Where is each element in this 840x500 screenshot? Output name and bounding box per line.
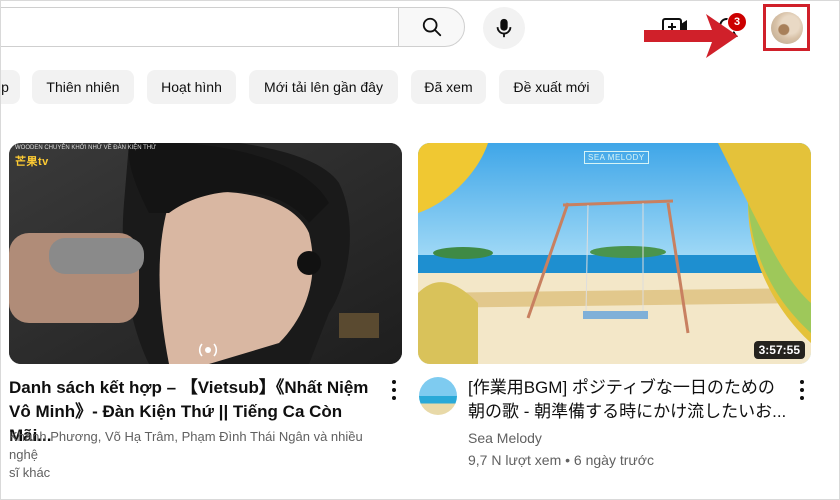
video-channel-names[interactable]: Khánh Phương, Võ Hạ Trâm, Phạm Đình Thái… [9,428,389,482]
avatar[interactable] [771,12,803,44]
chip-hoat-hinh[interactable]: Hoạt hình [147,70,236,104]
video-title-line: 朝の歌 - 朝準備する時にかけ流したいお... [468,402,787,421]
chip-label: Đã xem [424,79,473,95]
microphone-icon [496,18,512,38]
search-button[interactable] [398,7,465,47]
chip-moi-tai-len[interactable]: Mới tải lên gần đây [249,70,398,104]
thumbnail-caption: WOODEN CHUYÊN KHỞI NHỮ VỀ ĐÀN KIỆN THỨ [15,145,157,151]
chip-partial[interactable]: p [0,70,20,104]
video-thumbnail-1[interactable]: WOODEN CHUYÊN KHỞI NHỮ VỀ ĐÀN KIỆN THỨ 芒… [9,143,402,364]
mix-playlist-icon [198,343,218,357]
channel-name[interactable]: Sea Melody [468,428,542,448]
chip-label: Hoạt hình [161,79,222,95]
thumbnail-image [9,143,402,364]
chip-de-xuat-moi[interactable]: Đề xuất mới [499,70,604,104]
video-title-line: Danh sách kết hợp – 【Vietsub】《Nhất Niệm [9,378,369,397]
notification-count-badge: 3 [727,12,747,32]
channel-watermark: SEA MELODY [584,151,649,164]
channel-avatar[interactable] [419,377,457,415]
video-menu-kebab-icon[interactable] [797,380,807,400]
chip-label: p [1,79,9,95]
chip-label: Thiên nhiên [46,79,120,95]
video-duration: 3:57:55 [753,341,805,359]
video-title-2[interactable]: [作業用BGM] ポジティブな一日のための 朝の歌 - 朝準備する時にかけ流した… [468,376,788,424]
thumbnail-image [418,143,811,364]
chip-da-xem[interactable]: Đã xem [411,70,486,104]
chip-label: Đề xuất mới [513,79,590,95]
video-stats: 9,7 N lượt xem • 6 ngày trước [468,452,654,468]
channel-watermark: 芒果tv [15,156,49,168]
video-title-line: [作業用BGM] ポジティブな一日のための [468,378,775,397]
chip-label: Mới tải lên gần đây [264,79,383,95]
video-menu-kebab-icon[interactable] [389,380,399,400]
search-icon [422,17,441,37]
account-avatar-highlight[interactable] [763,4,810,51]
chip-thien-nhien[interactable]: Thiên nhiên [32,70,134,104]
search-input[interactable] [0,7,400,47]
meta-line: sĩ khác [9,465,51,480]
meta-line: Khánh Phương, Võ Hạ Trâm, Phạm Đình Thái… [9,429,363,462]
voice-search-button[interactable] [483,7,525,49]
video-thumbnail-2[interactable]: SEA MELODY 3:57:55 [418,143,811,364]
